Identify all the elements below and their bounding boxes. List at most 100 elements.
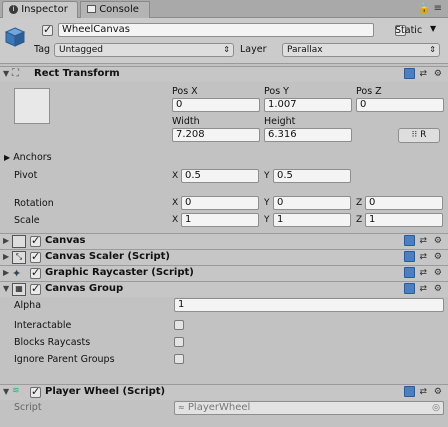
canvas-scaler-header[interactable]: ▶ ⤡ Canvas Scaler (Script) ⇄ ⚙ [0, 249, 448, 265]
script-field[interactable]: ≈ PlayerWheel ◎ [174, 401, 444, 415]
active-checkbox[interactable] [42, 23, 53, 36]
anchor-presets-button[interactable] [14, 88, 50, 124]
foldout-open-icon[interactable]: ▼ [3, 284, 9, 293]
tab-bar: i Inspector Console 🔒 ≡ [0, 0, 448, 18]
tab-inspector[interactable]: i Inspector [2, 1, 78, 18]
graphic-raycaster-enabled-checkbox[interactable] [30, 266, 41, 279]
anchors-label: Anchors [13, 152, 52, 163]
interactable-checkbox[interactable] [174, 320, 184, 330]
player-wheel-title: Player Wheel (Script) [45, 386, 166, 397]
rot-x-label: X [172, 198, 179, 208]
layer-dropdown[interactable]: Parallax ⇕ [282, 43, 440, 57]
scale-z-label: Z [356, 215, 363, 225]
script-icon: ≋ [12, 386, 20, 396]
player-wheel-enabled-checkbox[interactable] [30, 385, 41, 398]
rot-y-label: Y [264, 198, 270, 208]
pos-z-label: Pos Z [356, 86, 382, 97]
canvas-scaler-title: Canvas Scaler (Script) [45, 251, 170, 262]
raw-edit-button[interactable]: ⁝⁝ R [398, 128, 440, 143]
canvas-group-title: Canvas Group [45, 283, 124, 294]
rot-z-input[interactable]: 0 [365, 196, 443, 210]
raycaster-icon: ✦ [12, 267, 22, 280]
component-menu-icons[interactable]: ⇄ ⚙ [403, 251, 444, 262]
foldout-closed-icon[interactable]: ▶ [3, 236, 9, 245]
scale-z-input[interactable]: 1 [365, 213, 443, 227]
graphic-raycaster-header[interactable]: ▶ ✦ Graphic Raycaster (Script) ⇄ ⚙ [0, 265, 448, 281]
rect-transform-title: Rect Transform [34, 68, 120, 79]
canvas-enabled-checkbox[interactable] [30, 234, 41, 247]
tag-value: Untagged [59, 45, 104, 55]
component-menu-icons[interactable]: ⇄ ⚙ [403, 267, 444, 278]
rot-z-label: Z [356, 198, 363, 208]
script-value: PlayerWheel [187, 402, 251, 413]
pos-z-input[interactable]: 0 [356, 98, 444, 112]
help-book-icon[interactable] [403, 251, 415, 262]
static-dropdown-arrow-icon[interactable]: ▼ [430, 24, 436, 33]
script-label: Script [14, 402, 42, 413]
blocks-raycasts-checkbox[interactable] [174, 337, 184, 347]
script-file-icon: ≈ [178, 403, 185, 412]
gameobject-cube-icon [4, 27, 26, 47]
pos-x-input[interactable]: 0 [172, 98, 260, 112]
lock-menu-icon[interactable]: 🔒 ≡ [418, 3, 442, 14]
alpha-input[interactable]: 1 [174, 298, 444, 312]
help-book-icon[interactable] [403, 267, 415, 278]
component-menu-icons[interactable]: ⇄ ⚙ [403, 283, 444, 294]
help-book-icon[interactable] [403, 235, 415, 246]
pivot-y-input[interactable]: 0.5 [273, 169, 351, 183]
interactable-label: Interactable [14, 320, 72, 331]
object-header: WheelCanvas Static ▼ Tag Untagged ⇕ Layer… [0, 18, 448, 64]
object-picker-icon[interactable]: ◎ [432, 402, 440, 414]
foldout-open-icon[interactable]: ▼ [3, 69, 9, 78]
rect-transform-header[interactable]: ▼ ⛶ Rect Transform ⇄ ⚙ [0, 66, 448, 82]
static-label: Static [395, 25, 423, 36]
pos-x-label: Pos X [172, 86, 198, 97]
pivot-label: Pivot [14, 170, 38, 181]
pivot-x-input[interactable]: 0.5 [181, 169, 259, 183]
component-menu-icons[interactable]: ⇄ ⚙ [403, 235, 444, 246]
foldout-closed-icon[interactable]: ▶ [3, 268, 9, 277]
canvas-header[interactable]: ▶ Canvas ⇄ ⚙ [0, 233, 448, 249]
scale-x-input[interactable]: 1 [181, 213, 259, 227]
tab-console[interactable]: Console [80, 1, 150, 18]
scale-y-input[interactable]: 1 [273, 213, 351, 227]
pos-y-label: Pos Y [264, 86, 289, 97]
scale-label: Scale [14, 215, 40, 226]
raw-edit-label: R [420, 130, 427, 140]
graphic-raycaster-title: Graphic Raycaster (Script) [45, 267, 194, 278]
pivot-y-label: Y [264, 171, 270, 181]
pos-y-input[interactable]: 1.007 [264, 98, 352, 112]
foldout-open-icon[interactable]: ▼ [3, 387, 9, 396]
component-menu-icons[interactable]: ⇄ ⚙ [403, 386, 444, 397]
scale-y-label: Y [264, 215, 270, 225]
alpha-label: Alpha [14, 300, 42, 311]
foldout-closed-icon[interactable]: ▶ [3, 252, 9, 261]
rect-transform-icon: ⛶ [12, 68, 19, 79]
help-book-icon[interactable] [403, 386, 415, 397]
tab-inspector-label: Inspector [21, 4, 68, 15]
width-input[interactable]: 7.208 [172, 128, 260, 142]
canvas-group-enabled-checkbox[interactable] [30, 282, 41, 295]
layer-value: Parallax [287, 45, 323, 55]
canvas-scaler-enabled-checkbox[interactable] [30, 250, 41, 263]
foldout-closed-icon: ▶ [4, 153, 11, 162]
tag-label: Tag [34, 44, 51, 55]
tag-dropdown[interactable]: Untagged ⇕ [54, 43, 234, 57]
help-book-icon[interactable] [403, 283, 415, 294]
canvas-scaler-icon: ⤡ [12, 251, 26, 264]
rot-y-input[interactable]: 0 [273, 196, 351, 210]
ignore-parent-groups-checkbox[interactable] [174, 354, 184, 364]
height-input[interactable]: 6.316 [264, 128, 352, 142]
object-name-input[interactable]: WheelCanvas [58, 23, 374, 37]
info-icon: i [9, 4, 18, 14]
rot-x-input[interactable]: 0 [181, 196, 259, 210]
anchors-foldout[interactable]: ▶ Anchors [4, 152, 52, 163]
player-wheel-header[interactable]: ▼ ≋ Player Wheel (Script) ⇄ ⚙ [0, 384, 448, 400]
blueprint-icon: ⁝⁝ [411, 130, 418, 140]
width-label: Width [172, 116, 200, 127]
component-menu-icons[interactable]: ⇄ ⚙ [403, 68, 444, 79]
blocks-raycasts-label: Blocks Raycasts [14, 337, 91, 348]
canvas-group-header[interactable]: ▼ ▦ Canvas Group ⇄ ⚙ [0, 281, 448, 297]
help-book-icon[interactable] [403, 68, 415, 79]
scale-x-label: X [172, 215, 179, 225]
